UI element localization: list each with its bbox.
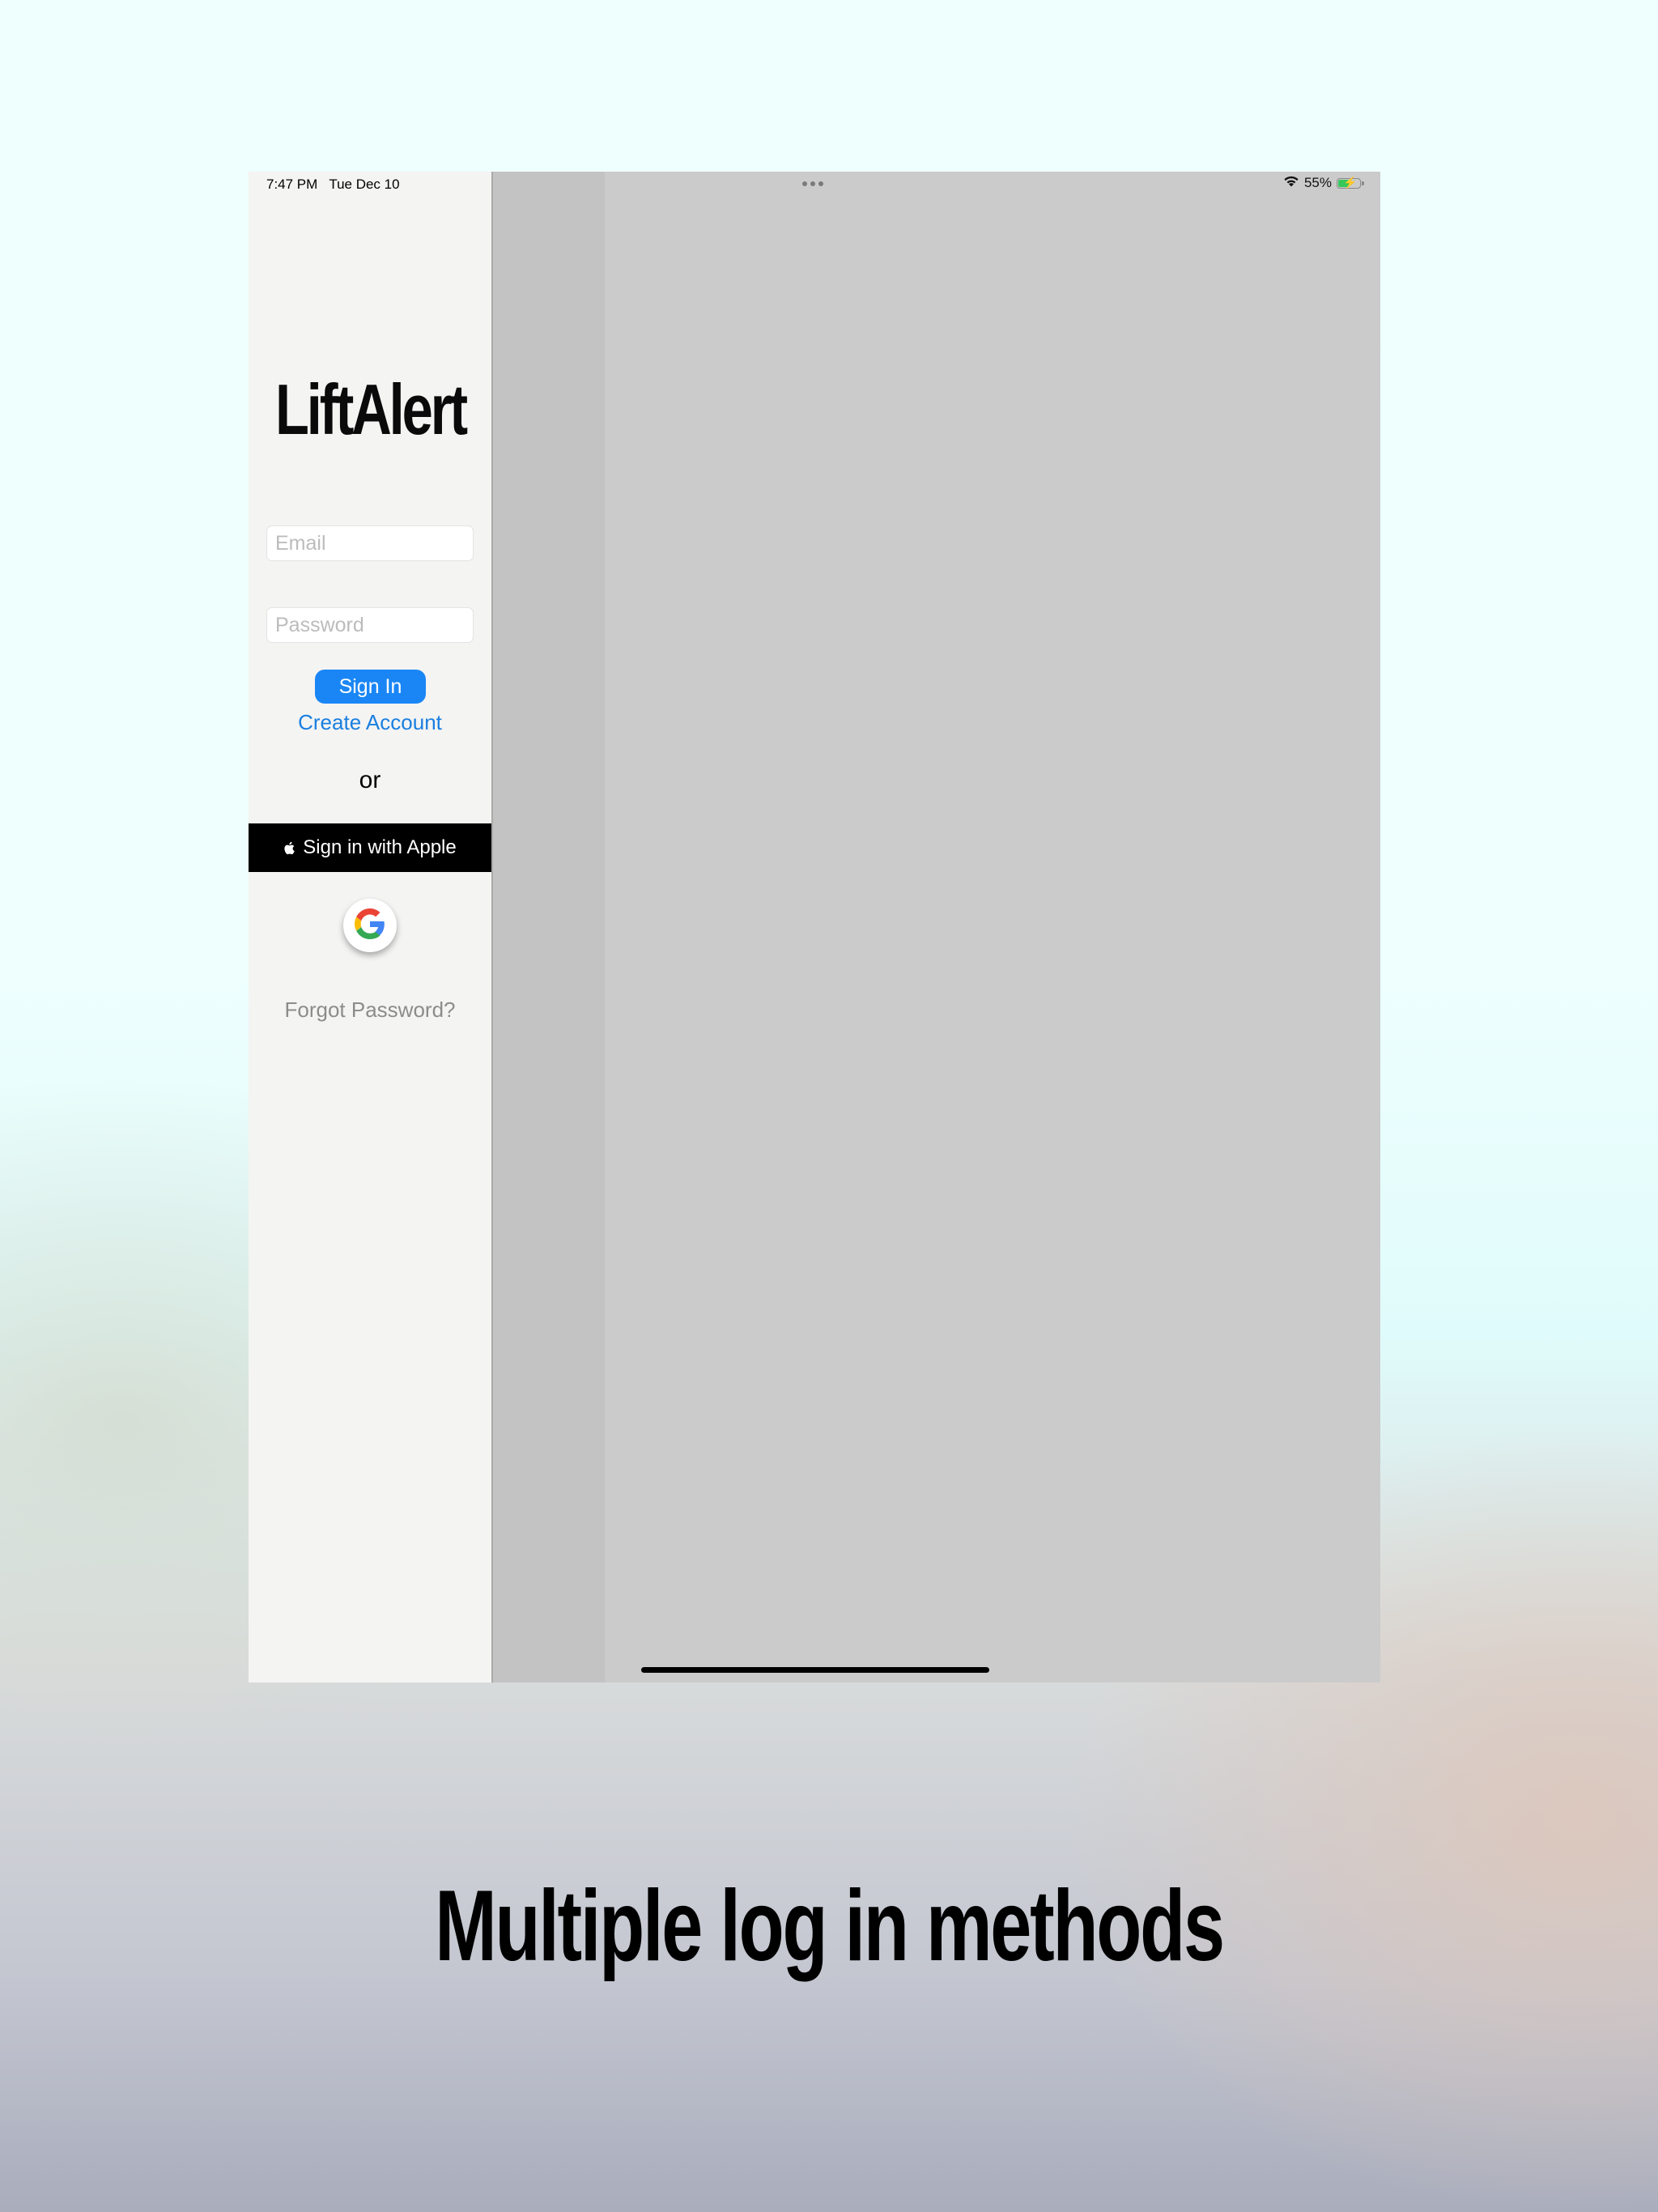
sign-in-with-apple-button[interactable]: Sign in with Apple xyxy=(249,823,491,872)
email-field[interactable] xyxy=(266,525,474,561)
create-account-link[interactable]: Create Account xyxy=(249,710,491,735)
sign-in-with-google-button[interactable] xyxy=(343,899,397,952)
home-indicator[interactable] xyxy=(641,1667,989,1673)
status-time-date: 7:47 PM Tue Dec 10 xyxy=(266,177,400,193)
sign-in-button[interactable]: Sign In xyxy=(315,670,426,704)
app-title: LiftAlert xyxy=(275,369,468,449)
dimmed-content-strip xyxy=(493,172,605,1682)
apple-icon xyxy=(283,840,296,856)
forgot-password-link[interactable]: Forgot Password? xyxy=(249,998,491,1023)
status-time: 7:47 PM xyxy=(266,177,318,192)
multitasking-dots-icon[interactable] xyxy=(802,181,823,186)
or-divider-label: or xyxy=(359,767,381,793)
battery-charging-icon: ⚡ xyxy=(1337,177,1361,189)
status-date: Tue Dec 10 xyxy=(329,177,400,192)
apple-button-label: Sign in with Apple xyxy=(303,836,457,858)
battery-percent: 55% xyxy=(1303,175,1332,190)
ipad-screen: 7:47 PM Tue Dec 10 LiftAlert Sign In Crea… xyxy=(249,172,1380,1682)
login-sidebar: 7:47 PM Tue Dec 10 LiftAlert Sign In Crea… xyxy=(249,172,491,1682)
battery-tip xyxy=(1362,181,1364,185)
google-g-icon xyxy=(355,908,385,943)
status-indicators: 55% ⚡ xyxy=(1283,175,1364,191)
password-field[interactable] xyxy=(266,607,474,643)
marketing-caption: Multiple log in methods xyxy=(435,1870,1225,1982)
wifi-icon xyxy=(1283,175,1299,191)
